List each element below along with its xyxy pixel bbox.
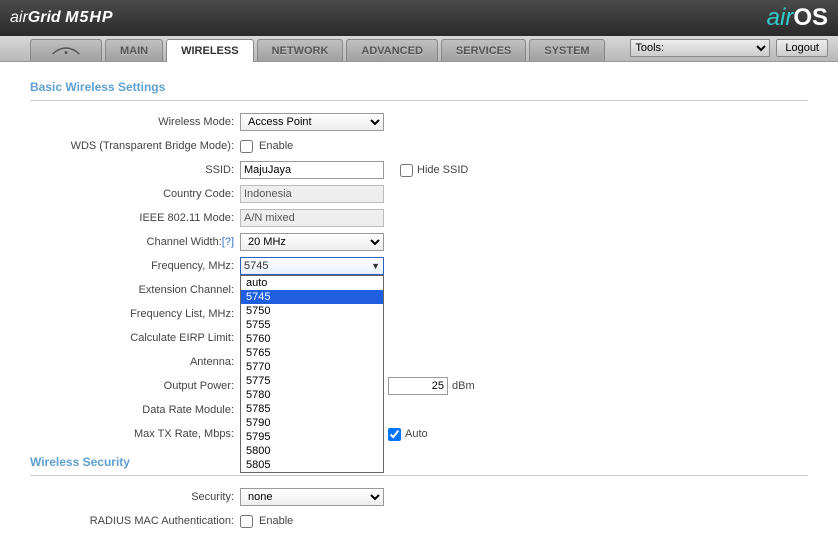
hide-ssid-checkbox[interactable] [400,164,413,177]
label-ssid: SSID: [30,164,240,176]
frequency-option[interactable]: 5765 [241,346,383,360]
frequency-option[interactable]: 5800 [241,444,383,458]
label-wds: WDS (Transparent Bridge Mode): [30,140,240,152]
tab-home-icon[interactable] [30,39,102,61]
logo-air-text: air [10,9,28,26]
tab-wireless[interactable]: WIRELESS [166,39,253,62]
tools-dropdown[interactable]: Tools: [630,39,770,57]
hide-ssid-label: Hide SSID [417,164,468,176]
frequency-option[interactable]: 5755 [241,318,383,332]
frequency-option[interactable]: 5750 [241,304,383,318]
frequency-option[interactable]: 5780 [241,388,383,402]
label-eirp: Calculate EIRP Limit: [30,332,240,344]
security-select[interactable]: none [240,488,384,506]
label-ieee: IEEE 802.11 Mode: [30,212,240,224]
frequency-option[interactable]: 5760 [241,332,383,346]
frequency-option[interactable]: auto [241,276,383,290]
country-value: Indonesia [240,185,384,203]
frequency-select[interactable]: 5745 ▼ [240,257,384,275]
label-antenna: Antenna: [30,356,240,368]
frequency-option[interactable]: 5745 [241,290,383,304]
frequency-selected-value: 5745 [244,260,268,272]
frequency-option[interactable]: 5785 [241,402,383,416]
label-security: Security: [30,491,240,503]
label-wireless-mode: Wireless Mode: [30,116,240,128]
max-tx-auto-label: Auto [405,428,428,440]
frequency-dropdown[interactable]: auto574557505755576057655770577557805785… [240,275,384,473]
app-header: airGrid M5HP airOS [0,0,838,36]
logo-model-text: M5HP [65,9,113,26]
label-ext-channel: Extension Channel: [30,284,240,296]
wds-enable-checkbox[interactable] [240,140,253,153]
channel-width-select[interactable]: 20 MHz [240,233,384,251]
wireless-mode-select[interactable]: Access Point [240,113,384,131]
label-frequency: Frequency, MHz: [30,260,240,272]
chevron-down-icon: ▼ [371,261,380,271]
logout-button[interactable]: Logout [776,39,828,57]
section-basic-title: Basic Wireless Settings [30,72,808,101]
tab-system[interactable]: SYSTEM [529,39,604,61]
frequency-option[interactable]: 5790 [241,416,383,430]
airos-logo: airOS [767,4,828,32]
frequency-option[interactable]: 5775 [241,374,383,388]
label-channel-width: Channel Width:[?] [30,236,240,248]
wds-enable-label: Enable [259,140,293,152]
ieee-value: A/N mixed [240,209,384,227]
tab-services[interactable]: SERVICES [441,39,526,61]
output-power-input[interactable] [388,377,448,395]
ssid-input[interactable] [240,161,384,179]
radius-mac-checkbox[interactable] [240,515,253,528]
nav-bar: MAIN WIRELESS NETWORK ADVANCED SERVICES … [0,36,838,62]
tab-main[interactable]: MAIN [105,39,163,61]
dbm-label: dBm [452,380,475,392]
section-security-title: Wireless Security [30,447,808,476]
frequency-option[interactable]: 5795 [241,430,383,444]
frequency-option[interactable]: 5770 [241,360,383,374]
nav-right-group: Tools: Logout [630,39,828,57]
logo-grid-text: Grid [28,9,61,26]
max-tx-auto-checkbox[interactable] [388,428,401,441]
logo-right-os: OS [793,4,828,31]
label-data-rate: Data Rate Module: [30,404,240,416]
tab-network[interactable]: NETWORK [257,39,344,61]
label-output-power: Output Power: [30,380,240,392]
content-area: Basic Wireless Settings Wireless Mode: A… [0,62,838,544]
channel-width-help-link[interactable]: [?] [222,236,234,248]
label-max-tx: Max TX Rate, Mbps: [30,428,240,440]
frequency-option[interactable]: 5805 [241,458,383,472]
product-logo: airGrid M5HP [10,9,114,27]
logo-right-air: air [767,4,794,31]
label-freq-list: Frequency List, MHz: [30,308,240,320]
radius-mac-enable-label: Enable [259,515,293,527]
label-radius-mac: RADIUS MAC Authentication: [30,515,240,527]
tab-advanced[interactable]: ADVANCED [346,39,438,61]
label-country: Country Code: [30,188,240,200]
